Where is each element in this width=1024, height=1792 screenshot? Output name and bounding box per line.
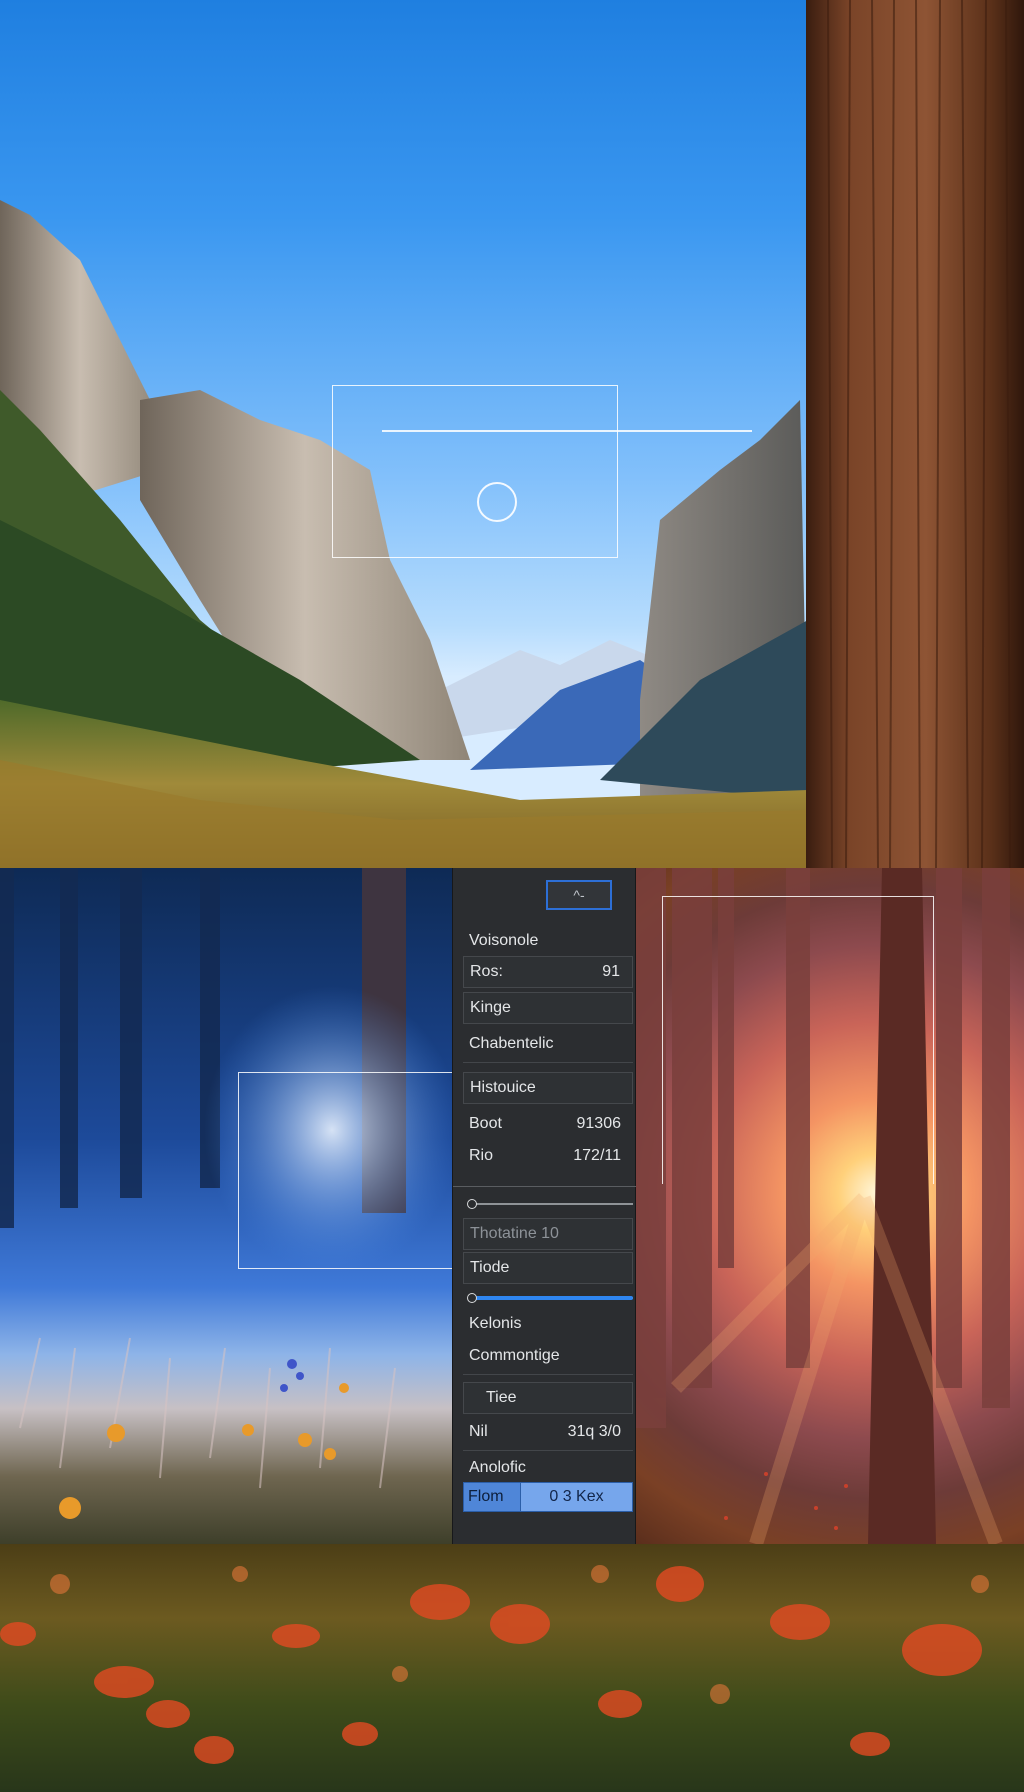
boot-label: Boot [469, 1115, 502, 1132]
focus-point-icon[interactable] [477, 482, 517, 522]
slider-track [473, 1203, 633, 1205]
boot-row[interactable]: Boot 91306 [463, 1108, 633, 1140]
threshold-field[interactable]: Thotatine 10 [463, 1218, 633, 1250]
ros-field[interactable]: Ros: 91 [463, 956, 633, 988]
kinge-label: Kinge [470, 999, 511, 1016]
film-selection[interactable]: Flom 0 3 Kex [463, 1482, 633, 1512]
viewfinder-frame [332, 385, 618, 558]
inspector-panel: ^- Voisonole Ros: 91 Kinge Chabentelic H… [452, 868, 637, 1544]
divider [463, 1450, 633, 1451]
tiode-label: Tiode [470, 1259, 510, 1276]
film-label: Flom [463, 1482, 521, 1512]
ros-label: Ros: [470, 963, 503, 980]
viewport-poppy-field[interactable] [0, 1544, 1024, 1792]
poppy-field-scene [0, 1565, 989, 1764]
characteristic-label: Chabentelic [469, 1035, 554, 1052]
viewport-sunset-forest[interactable] [636, 868, 1024, 1544]
ros-value: 91 [602, 963, 620, 980]
rio-value: 172/11 [573, 1147, 621, 1164]
tiee-field[interactable]: Tiee [463, 1382, 633, 1414]
histogram-label: Histouice [470, 1079, 536, 1096]
divider [463, 1062, 633, 1063]
commontige-row[interactable]: Commontige [463, 1340, 633, 1372]
focus-area-frame [238, 1072, 452, 1269]
slider-1[interactable] [467, 1198, 633, 1210]
commontige-label: Commontige [469, 1347, 560, 1364]
horizon-guide-line [382, 430, 752, 432]
slider-thumb[interactable] [467, 1293, 477, 1303]
divider [463, 1374, 633, 1375]
nil-label: Nil [469, 1423, 488, 1440]
boot-value: 91306 [576, 1115, 622, 1132]
slider-fill [473, 1296, 633, 1300]
kelonis-row[interactable]: Kelonis [463, 1308, 633, 1340]
tiee-label: Tiee [486, 1389, 517, 1406]
divider [453, 1186, 637, 1187]
tiode-field[interactable]: Tiode [463, 1252, 633, 1284]
volume-row[interactable]: Voisonole [463, 925, 633, 957]
volume-label: Voisonole [469, 932, 539, 949]
rio-label: Rio [469, 1147, 494, 1164]
viewport-valley[interactable] [0, 0, 1024, 868]
analog-row[interactable]: Anolofic [463, 1452, 633, 1484]
nil-row[interactable]: Nil 31q 3/0 [463, 1416, 633, 1448]
curve-tool-button[interactable]: ^- [546, 880, 612, 910]
characteristic-row[interactable]: Chabentelic [463, 1028, 633, 1060]
analog-label: Anolofic [469, 1459, 526, 1476]
kinge-field[interactable]: Kinge [463, 992, 633, 1024]
viewport-blue-forest[interactable] [0, 868, 452, 1544]
nil-value: 31q 3/0 [567, 1423, 621, 1440]
kelonis-label: Kelonis [469, 1315, 522, 1332]
slider-thumb[interactable] [467, 1199, 477, 1209]
crop-frame [662, 896, 934, 1184]
slider-2[interactable] [467, 1292, 633, 1304]
histogram-field[interactable]: Histouice [463, 1072, 633, 1104]
film-value: 0 3 Kex [521, 1482, 633, 1512]
rio-row[interactable]: Rio 172/11 [463, 1140, 633, 1172]
threshold-label: Thotatine 10 [470, 1225, 559, 1242]
